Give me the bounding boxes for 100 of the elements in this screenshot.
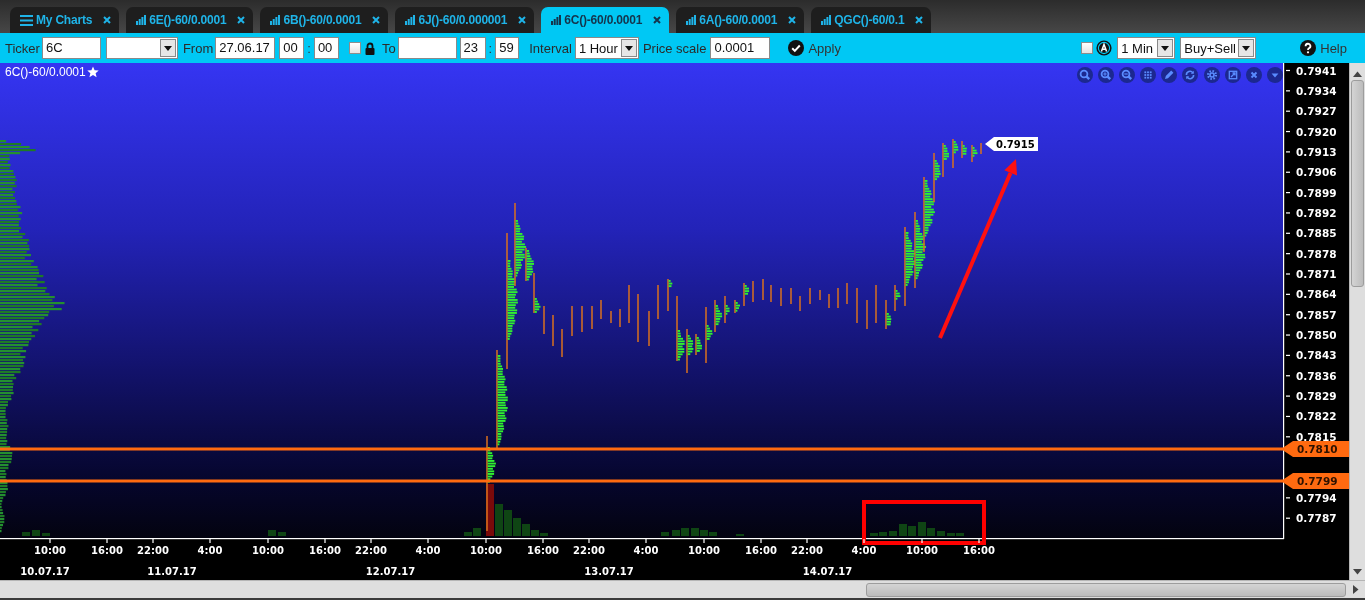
chart-tab[interactable]: QGC()-60/0.1 — [811, 7, 932, 33]
vertical-scrollbar[interactable] — [1349, 63, 1365, 580]
ticker-field[interactable]: 6C — [41, 37, 101, 59]
apply-button[interactable]: Apply — [788, 40, 841, 56]
date-label: 11.07.17 — [147, 566, 197, 577]
chart-tab[interactable]: 6A()-60/0.0001 — [676, 7, 805, 33]
time-label: 10:00 — [252, 545, 284, 556]
price-label: 0.7864 — [1296, 288, 1337, 301]
expand-icon[interactable] — [1224, 67, 1241, 83]
price-label: 0.7941 — [1296, 64, 1337, 77]
checkbox[interactable] — [1081, 42, 1094, 54]
bar-chart-icon — [136, 15, 147, 25]
time-label: 16:00 — [309, 545, 341, 556]
close-icon[interactable] — [915, 16, 924, 24]
date-label: 14.07.17 — [802, 566, 853, 577]
price-label: 0.7787 — [1296, 512, 1337, 525]
chart-tab[interactable]: 6E()-60/0.0001 — [126, 7, 254, 33]
caret-down-icon[interactable] — [1353, 569, 1362, 575]
price-label: 0.7843 — [1296, 349, 1337, 362]
date-field[interactable] — [397, 37, 457, 59]
refresh-icon[interactable] — [1182, 67, 1199, 83]
time-label: 16:00 — [91, 545, 123, 556]
minute-field[interactable]: 59 — [495, 37, 520, 59]
date-label: 13.07.17 — [584, 566, 634, 577]
caret-icon — [159, 39, 176, 57]
price-bar — [743, 283, 750, 306]
price-bar — [971, 145, 978, 162]
price-label: 0.7913 — [1296, 145, 1337, 158]
price-label: 0.7906 — [1296, 166, 1337, 179]
price-label: 0.7934 — [1296, 84, 1337, 97]
price-bar — [667, 279, 673, 311]
price-bar — [952, 139, 959, 168]
price-bar — [885, 300, 892, 329]
price-label: 0.7871 — [1296, 268, 1337, 280]
time-label: 10:00 — [34, 545, 66, 556]
pencil-icon[interactable] — [1161, 67, 1178, 83]
volume-bar — [42, 533, 50, 536]
price-scale-field[interactable]: 0.0001 — [710, 37, 771, 59]
time-label: 16:00 — [745, 545, 777, 556]
price-bar — [961, 141, 967, 158]
help-button[interactable]: Help — [1300, 40, 1347, 56]
volume-bar — [268, 530, 276, 536]
close-icon[interactable] — [237, 16, 246, 24]
price-level-tag: 0.7810 — [1281, 441, 1349, 457]
close-icon[interactable] — [372, 16, 381, 24]
close-icon[interactable] — [1245, 67, 1262, 83]
check-circle-icon — [788, 40, 805, 56]
dropdown[interactable]: Buy+Sell — [1180, 37, 1257, 59]
field-label: From — [182, 40, 214, 56]
caret-down-icon[interactable] — [1266, 67, 1283, 83]
volume-bar — [937, 531, 945, 536]
price-label: 0.7899 — [1296, 186, 1337, 199]
price-label: 0.7920 — [1296, 125, 1337, 138]
grid-icon[interactable] — [1140, 67, 1157, 83]
field-label: Price scale — [642, 40, 707, 56]
close-icon[interactable] — [788, 16, 797, 24]
hour-field[interactable]: 23 — [459, 37, 486, 59]
field-label: Interval — [529, 40, 572, 56]
zoom-in-icon[interactable] — [1098, 67, 1115, 83]
chart-tab[interactable]: 6J()-60/0.000001 — [395, 7, 535, 33]
hour-field[interactable]: 00 — [279, 37, 305, 59]
time-label: 4:00 — [851, 545, 877, 556]
volume-bar — [889, 531, 897, 536]
volume-bar — [278, 532, 286, 536]
caret-icon — [620, 39, 637, 57]
close-icon[interactable] — [653, 16, 662, 24]
chart-tab[interactable]: My Charts — [10, 7, 120, 33]
caret-right-icon[interactable] — [1353, 585, 1359, 594]
price-level-tag: 0.7799 — [1281, 473, 1349, 489]
gear-icon[interactable] — [1203, 67, 1220, 83]
close-icon[interactable] — [103, 16, 112, 24]
price-label: 0.7794 — [1296, 491, 1337, 504]
star-icon — [86, 66, 99, 78]
price-label: 0.7822 — [1296, 410, 1337, 423]
zoom-out-icon[interactable] — [1119, 67, 1136, 83]
checkbox[interactable] — [348, 42, 361, 54]
chart-tab[interactable]: 6B()-60/0.0001 — [260, 7, 389, 33]
date-field[interactable]: 27.06.17 — [215, 37, 276, 59]
price-bar — [734, 300, 740, 313]
time-label: 10:00 — [688, 545, 720, 556]
price-label: 0.7836 — [1296, 369, 1337, 382]
dropdown[interactable]: 1 Min — [1117, 37, 1176, 59]
padlock-icon — [364, 41, 375, 55]
minute-field[interactable]: 00 — [313, 37, 339, 59]
horizontal-scrollbar[interactable] — [0, 580, 1365, 598]
volume-bar — [22, 532, 30, 536]
scrollbar-thumb[interactable] — [1351, 80, 1364, 287]
close-icon[interactable] — [518, 16, 527, 24]
time-label: 4:00 — [197, 545, 223, 556]
price-label: 0.7892 — [1296, 206, 1337, 219]
bar-chart-icon — [551, 15, 562, 25]
field-label: Ticker — [5, 40, 40, 56]
bar-chart-icon — [821, 15, 832, 25]
caret-up-icon[interactable] — [1353, 71, 1362, 77]
chart-tab[interactable]: 6C()-60/0.0001 — [541, 7, 670, 33]
magnifier-icon[interactable] — [1077, 67, 1093, 83]
scrollbar-thumb[interactable] — [866, 582, 1346, 597]
dropdown[interactable] — [105, 37, 178, 59]
dropdown[interactable]: 1 Hour — [574, 37, 639, 59]
time-label: 22:00 — [137, 545, 169, 556]
